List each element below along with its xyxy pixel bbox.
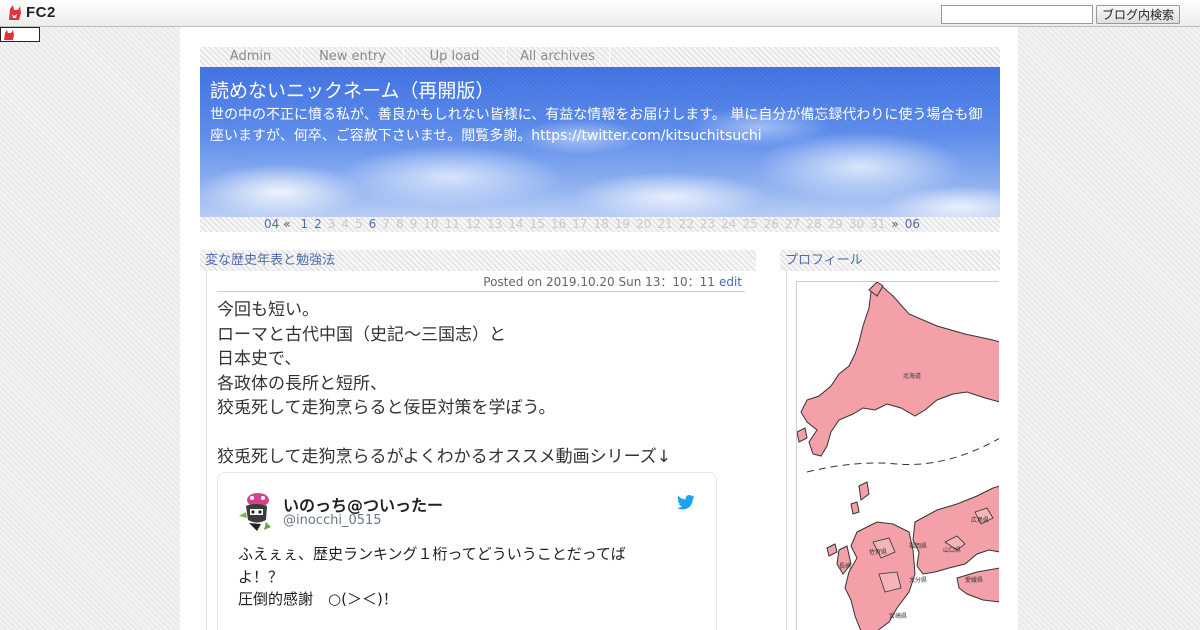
svg-text:宮崎県: 宮崎県: [889, 612, 907, 620]
calendar-day: 21: [657, 217, 673, 231]
calendar-next-arrow: »: [891, 217, 899, 231]
entry-line: 各政体の長所と短所、: [217, 373, 387, 394]
calendar-day: 3: [327, 217, 336, 231]
fc2-toolbar: FC2 ブログ内検索: [0, 0, 1200, 27]
calendar-day: 7: [382, 217, 390, 231]
calendar-day: 26: [763, 217, 779, 231]
calendar-day: 12: [465, 217, 482, 231]
entry-line: 狡兎死して走狗烹らると佞臣対策を学ぼう。: [217, 398, 556, 418]
calendar-day: 19: [614, 217, 631, 231]
calendar-day: 25: [742, 217, 758, 231]
svg-text:愛媛県: 愛媛県: [965, 576, 983, 584]
calendar-day: 29: [827, 217, 843, 231]
blog-title[interactable]: 読めないニックネーム（再開版）: [210, 76, 494, 103]
calendar-days: 04 « 1 2 3 4 5 6 7 8 9 10 11 12 13 14 15 16 17 18 19 20 21 22 2…: [264, 217, 926, 232]
svg-text:長崎: 長崎: [839, 562, 851, 570]
calendar-day: 24: [721, 217, 737, 231]
calendar-strip: 04 « 1 2 3 4 5 6 7 8 9 10 11 12 13 14 15 16 17 18 19 20 21 22 2…: [200, 217, 1000, 232]
blog-search-input[interactable]: [941, 5, 1093, 24]
entry-line: 今回も短い。: [217, 300, 319, 320]
blog-page: Admin New entry Up load All archives 読めな…: [180, 27, 1018, 630]
sidebar-profile: 北海道 佐賀県 福岡県 広島県 山口県 大分県 愛媛県 宮崎県 長崎: [786, 271, 1000, 630]
calendar-day: 10: [423, 217, 439, 231]
calendar-day: 18: [593, 217, 609, 231]
japan-map-image: 北海道 佐賀県 福岡県 広島県 山口県 大分県 愛媛県 宮崎県 長崎: [797, 282, 999, 630]
svg-text:山口県: 山口県: [943, 546, 961, 554]
twitter-bird-icon[interactable]: [677, 495, 695, 510]
blog-search-button[interactable]: ブログ内検索: [1096, 5, 1180, 24]
fc2-fox-icon: [9, 5, 21, 20]
tweet-line: 圧倒的感謝 ○(＞＜)！: [238, 590, 398, 608]
entry-text: 今回も短い。 ローマと古代中国（史記～三国志）と 日本史で、 各政体の長所と短所…: [217, 298, 747, 469]
svg-text:大分県: 大分県: [909, 576, 927, 584]
calendar-day[interactable]: 6: [369, 217, 377, 231]
calendar-day: 8: [395, 217, 404, 231]
blog-banner: 読めないニックネーム（再開版） 世の中の不正に憤る私が、善良かもしれない皆様に、…: [200, 67, 1000, 217]
entry-line: ローマと古代中国（史記～三国志）と: [217, 324, 506, 345]
blog-description: 世の中の不正に憤る私が、善良かもしれない皆様に、有益な情報をお届けします。 単に…: [210, 107, 983, 144]
calendar-day: 15: [529, 217, 545, 231]
entry-body: Posted on 2019.10.20 Sun 13：10：11 edit 今回…: [206, 271, 756, 630]
calendar-day: 27: [785, 217, 801, 231]
tweet-line: よ！？: [238, 567, 284, 586]
profile-image[interactable]: 北海道 佐賀県 福岡県 広島県 山口県 大分県 愛媛県 宮崎県 長崎: [796, 281, 999, 630]
entry-line: 日本史で、: [217, 349, 302, 369]
svg-text:福岡県: 福岡県: [909, 542, 927, 550]
avatar[interactable]: [237, 492, 273, 532]
calendar-day: 20: [636, 217, 652, 231]
entry-line: 狡兎死して走狗烹らるがよくわかるオススメ動画シリーズ↓: [217, 446, 672, 467]
nav-admin[interactable]: Admin: [200, 47, 302, 67]
fc2-logo-text: FC2: [26, 4, 56, 21]
calendar-day: 17: [572, 217, 588, 231]
entry-edit-link[interactable]: edit: [719, 275, 742, 289]
calendar-day: 16: [550, 217, 567, 231]
calendar-day: 23: [699, 217, 716, 231]
admin-nav: Admin New entry Up load All archives: [200, 47, 1000, 67]
calendar-day: 28: [806, 217, 822, 231]
nav-new-entry[interactable]: New entry: [302, 47, 404, 67]
nav-upload[interactable]: Up load: [404, 47, 506, 67]
sidebar-profile-title: プロフィール: [780, 250, 1000, 271]
tweet-line: ふえぇぇ、歴史ランキング１桁ってどういうことだってば: [238, 545, 626, 563]
calendar-day[interactable]: 1: [300, 217, 308, 231]
svg-text:広島県: 広島県: [971, 516, 989, 524]
calendar-next-month[interactable]: 06: [905, 217, 920, 231]
fc2-fox-small-icon: [4, 30, 14, 40]
tweet-text: ふえぇぇ、歴史ランキング１桁ってどういうことだってば よ！？ 圧倒的感謝 ○(＞…: [238, 543, 663, 611]
calendar-day[interactable]: 2: [314, 217, 322, 231]
calendar-day: 14: [508, 217, 524, 231]
calendar-prev-arrow: «: [283, 217, 291, 231]
calendar-day: 9: [409, 217, 418, 231]
tweet-author-handle[interactable]: @inocchi_0515: [283, 513, 382, 528]
calendar-day: 13: [487, 217, 503, 231]
calendar-day: 4: [341, 217, 350, 231]
nav-all-archives[interactable]: All archives: [506, 47, 610, 67]
calendar-day: 31: [870, 217, 886, 231]
entry-posted-date: Posted on 2019.10.20 Sun 13：10：11: [483, 275, 715, 289]
calendar-prev-month[interactable]: 04: [264, 217, 279, 231]
svg-text:佐賀県: 佐賀県: [869, 548, 887, 556]
embedded-tweet[interactable]: いのっち@ついったー @inocchi_0515 ふえぇぇ、歴史ランキング１桁っ…: [217, 472, 717, 630]
entry-title[interactable]: 変な歴史年表と勉強法: [200, 250, 756, 271]
fc2-mini-badge[interactable]: [0, 27, 40, 42]
svg-text:北海道: 北海道: [903, 372, 921, 380]
entry-meta: Posted on 2019.10.20 Sun 13：10：11 edit: [217, 272, 745, 292]
fc2-logo[interactable]: FC2: [7, 4, 56, 21]
calendar-day: 5: [355, 217, 363, 231]
calendar-day: 11: [444, 217, 460, 231]
calendar-day: 22: [678, 217, 694, 231]
calendar-day: 30: [848, 217, 865, 231]
